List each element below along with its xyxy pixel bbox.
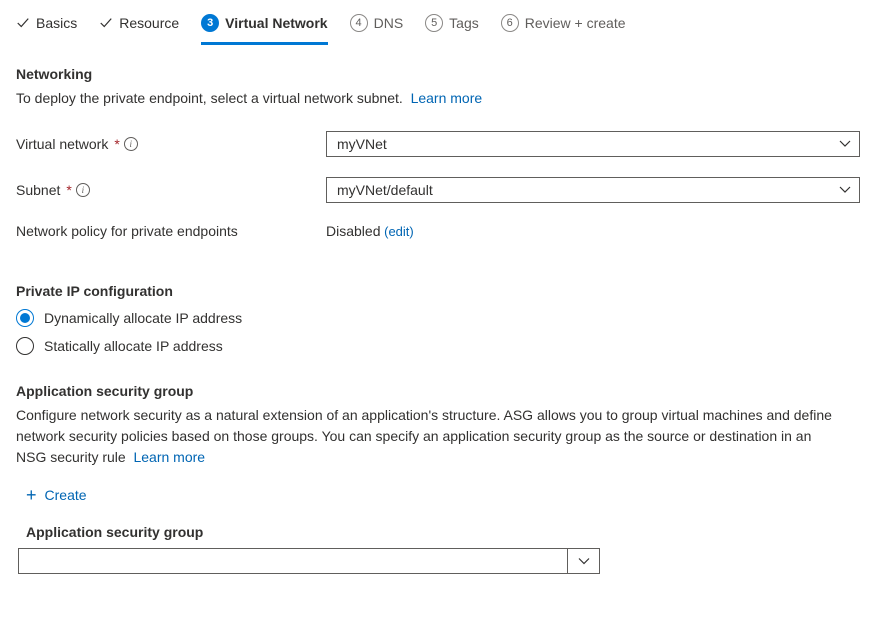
tab-resource[interactable]: Resource	[99, 9, 179, 44]
check-icon	[99, 16, 113, 30]
subnet-value: myVNet/default	[337, 182, 433, 198]
plus-icon: +	[26, 486, 37, 504]
asg-dropdown-label: Application security group	[26, 524, 844, 540]
tab-label: Basics	[36, 15, 77, 31]
radio-label: Statically allocate IP address	[44, 338, 223, 354]
asg-dropdown[interactable]	[18, 548, 600, 574]
tab-label: Resource	[119, 15, 179, 31]
learn-more-link[interactable]: Learn more	[133, 449, 205, 465]
wizard-tabs: Basics Resource 3 Virtual Network 4 DNS …	[0, 0, 890, 46]
network-policy-value: Disabled	[326, 223, 380, 239]
asg-heading: Application security group	[16, 383, 844, 399]
step-number-badge: 4	[350, 14, 368, 32]
radio-button-icon	[16, 337, 34, 355]
vnet-dropdown[interactable]: myVNet	[326, 131, 860, 157]
check-icon	[16, 16, 30, 30]
networking-description: To deploy the private endpoint, select a…	[16, 88, 844, 109]
radio-dynamic-ip[interactable]: Dynamically allocate IP address	[16, 309, 844, 327]
learn-more-link[interactable]: Learn more	[411, 90, 483, 106]
asg-description: Configure network security as a natural …	[16, 405, 844, 468]
network-policy-label: Network policy for private endpoints	[16, 223, 326, 239]
vnet-value: myVNet	[337, 136, 387, 152]
required-asterisk: *	[114, 136, 119, 152]
subnet-dropdown[interactable]: myVNet/default	[326, 177, 860, 203]
info-icon[interactable]: i	[124, 137, 138, 151]
step-number-badge: 5	[425, 14, 443, 32]
ipconfig-radio-group: Dynamically allocate IP address Statical…	[16, 309, 844, 355]
chevron-down-icon	[567, 549, 599, 573]
vnet-label: Virtual network* i	[16, 136, 326, 152]
radio-label: Dynamically allocate IP address	[44, 310, 242, 326]
step-number-badge: 6	[501, 14, 519, 32]
create-asg-button[interactable]: + Create	[24, 482, 89, 508]
networking-heading: Networking	[16, 66, 844, 82]
tab-tags[interactable]: 5 Tags	[425, 8, 479, 45]
tab-basics[interactable]: Basics	[16, 9, 77, 44]
step-number-badge: 3	[201, 14, 219, 32]
tab-label: Virtual Network	[225, 15, 327, 31]
radio-static-ip[interactable]: Statically allocate IP address	[16, 337, 844, 355]
subnet-label: Subnet* i	[16, 182, 326, 198]
network-policy-edit-link[interactable]: (edit)	[384, 224, 414, 239]
tab-virtual-network[interactable]: 3 Virtual Network	[201, 8, 327, 45]
create-label: Create	[45, 487, 87, 503]
tab-review-create[interactable]: 6 Review + create	[501, 8, 626, 45]
radio-button-icon	[16, 309, 34, 327]
tab-label: DNS	[374, 15, 404, 31]
tab-label: Tags	[449, 15, 479, 31]
chevron-down-icon	[839, 184, 851, 196]
ipconfig-heading: Private IP configuration	[16, 283, 844, 299]
tab-label: Review + create	[525, 15, 626, 31]
tab-dns[interactable]: 4 DNS	[350, 8, 404, 45]
required-asterisk: *	[66, 182, 71, 198]
chevron-down-icon	[839, 138, 851, 150]
info-icon[interactable]: i	[76, 183, 90, 197]
